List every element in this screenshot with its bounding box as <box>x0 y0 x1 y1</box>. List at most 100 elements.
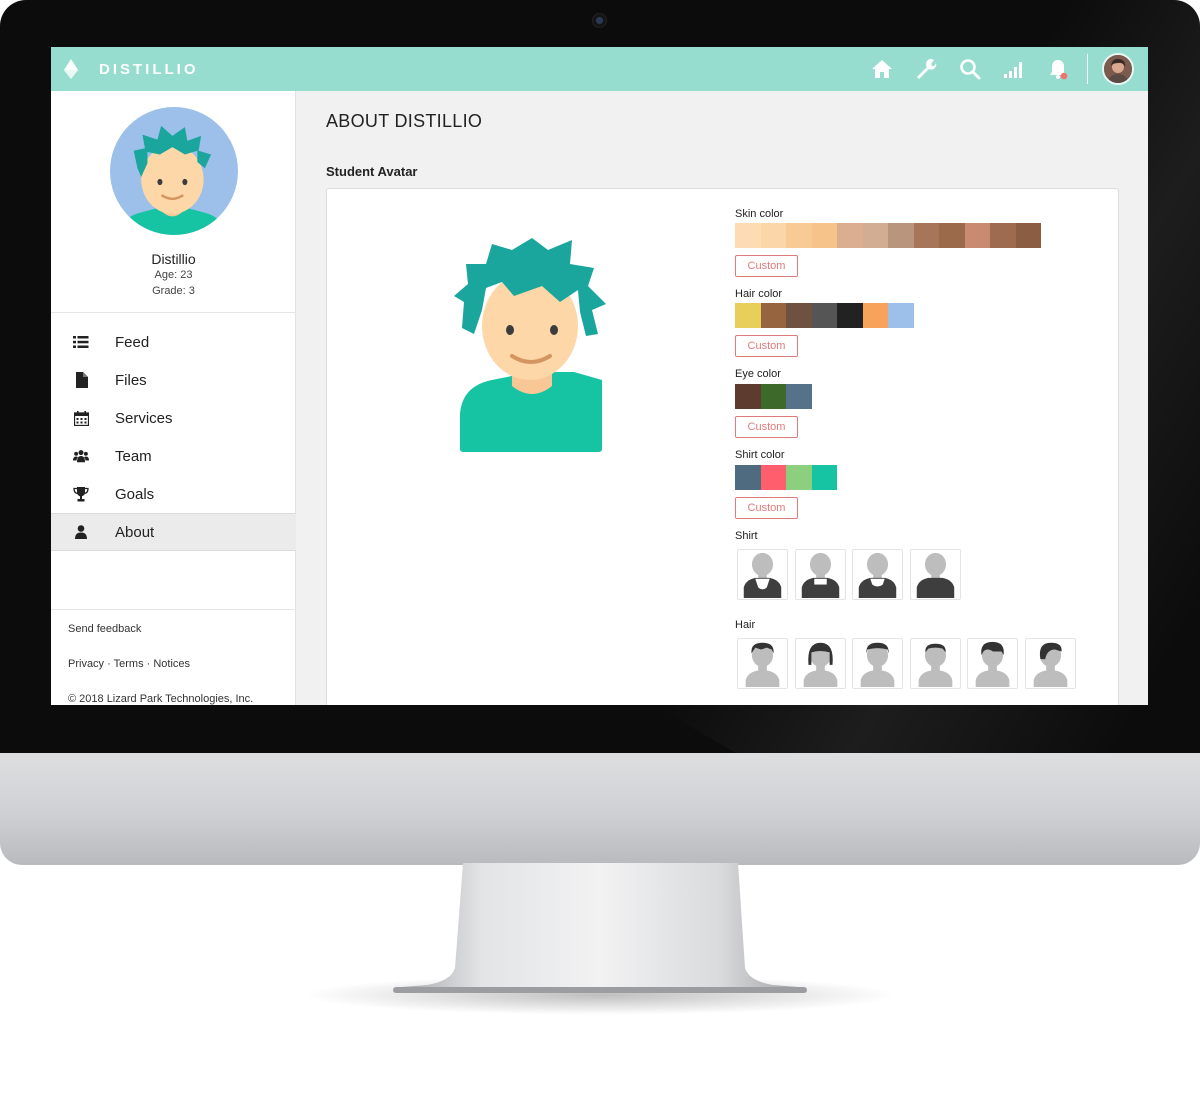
send-feedback-link[interactable]: Send feedback <box>68 623 141 635</box>
shirt-style-options <box>737 549 967 600</box>
skin-swatch-10[interactable] <box>964 223 990 248</box>
top-icons <box>849 47 1134 91</box>
eye-swatch-2[interactable] <box>760 384 786 409</box>
user-icon <box>73 524 89 540</box>
trophy-icon <box>73 486 89 502</box>
home-icon[interactable] <box>871 58 893 80</box>
eye-custom-button[interactable]: Custom <box>735 416 798 438</box>
copyright: © 2018 Lizard Park Technologies, Inc. <box>68 693 254 705</box>
shirt-swatch-2[interactable] <box>760 465 786 490</box>
shirt-style-option-4[interactable] <box>909 549 961 600</box>
app-screen: DISTILLIO Distillio Age: 23 Grade: 3 Fee… <box>51 47 1148 705</box>
hair-swatch-6[interactable] <box>862 303 888 328</box>
shirt-swatch-1[interactable] <box>735 465 761 490</box>
brand-name: DISTILLIO <box>99 60 199 78</box>
sidebar-item-label: Feed <box>115 333 150 351</box>
avatar-editor-card: Skin color Custom Hair color Custom Eye … <box>326 188 1119 705</box>
eye-color-label: Eye color <box>735 368 781 380</box>
skin-swatch-11[interactable] <box>990 223 1016 248</box>
skin-swatch-12[interactable] <box>1015 223 1041 248</box>
sidebar-item-team[interactable]: Team <box>51 437 296 475</box>
skin-swatch-3[interactable] <box>786 223 812 248</box>
search-icon[interactable] <box>959 58 981 80</box>
bell-icon[interactable] <box>1047 58 1069 80</box>
sidebar-item-files[interactable]: Files <box>51 361 296 399</box>
profile-age: Age: 23 <box>154 269 193 281</box>
topbar-divider <box>1087 54 1088 84</box>
hair-style-option-2[interactable] <box>794 638 846 689</box>
calendar-icon <box>73 410 89 426</box>
sidebar-item-feed[interactable]: Feed <box>51 323 296 361</box>
shirt-style-option-2[interactable] <box>794 549 846 600</box>
eye-swatch-3[interactable] <box>786 384 812 409</box>
skin-swatch-8[interactable] <box>913 223 939 248</box>
skin-swatch-7[interactable] <box>888 223 914 248</box>
eye-swatch-1[interactable] <box>735 384 761 409</box>
skin-color-label: Skin color <box>735 208 784 220</box>
profile-card: Distillio Age: 23 Grade: 3 <box>51 91 296 313</box>
monitor-chin <box>0 753 1200 865</box>
sidebar-nav: Feed Files Services Team Goals About <box>51 323 296 551</box>
sidebar: Distillio Age: 23 Grade: 3 Feed Files Se… <box>51 91 296 705</box>
sidebar-item-label: Services <box>115 409 173 427</box>
profile-grade: Grade: 3 <box>152 285 195 297</box>
skin-custom-button[interactable]: Custom <box>735 255 798 277</box>
shirt-style-label: Shirt <box>735 530 758 542</box>
hair-style-options <box>737 638 1082 689</box>
page-title: ABOUT DISTILLIO <box>326 111 483 131</box>
brand[interactable]: DISTILLIO <box>63 57 199 81</box>
sidebar-item-about[interactable]: About <box>51 513 296 551</box>
sidebar-footer: Send feedback Privacy · Terms · Notices … <box>51 609 296 705</box>
signal-icon[interactable] <box>1003 58 1025 80</box>
team-icon <box>73 448 89 464</box>
list-icon <box>73 334 89 350</box>
shirt-color-swatches <box>735 465 837 490</box>
eye-color-swatches <box>735 384 812 409</box>
camera-dot <box>592 13 607 28</box>
top-bar: DISTILLIO <box>51 47 1148 91</box>
file-icon <box>73 372 89 388</box>
hair-style-label: Hair <box>735 619 756 631</box>
profile-name: Distillio <box>151 251 196 267</box>
sidebar-item-label: About <box>115 523 155 541</box>
drop-logo-icon <box>64 59 78 79</box>
hair-custom-button[interactable]: Custom <box>735 335 798 357</box>
user-avatar[interactable] <box>1102 53 1134 85</box>
shirt-color-label: Shirt color <box>735 449 785 461</box>
hair-color-label: Hair color <box>735 288 783 300</box>
hair-style-option-6[interactable] <box>1024 638 1076 689</box>
skin-swatch-9[interactable] <box>939 223 965 248</box>
hair-swatch-1[interactable] <box>735 303 761 328</box>
shirt-swatch-3[interactable] <box>786 465 812 490</box>
shirt-style-option-1[interactable] <box>737 549 788 600</box>
monitor-stand <box>393 863 807 993</box>
main-content: ABOUT DISTILLIO Student Avatar Skin colo… <box>297 91 1148 705</box>
hair-swatch-7[interactable] <box>888 303 914 328</box>
hair-swatch-3[interactable] <box>786 303 812 328</box>
sidebar-item-goals[interactable]: Goals <box>51 475 296 513</box>
shirt-style-option-3[interactable] <box>852 549 903 600</box>
skin-swatch-6[interactable] <box>862 223 888 248</box>
skin-swatch-1[interactable] <box>735 223 761 248</box>
skin-color-swatches <box>735 223 1041 248</box>
hair-swatch-4[interactable] <box>811 303 837 328</box>
shirt-swatch-4[interactable] <box>811 465 837 490</box>
section-title: Student Avatar <box>326 164 418 179</box>
hair-swatch-2[interactable] <box>760 303 786 328</box>
hair-style-option-5[interactable] <box>967 638 1018 689</box>
sidebar-item-services[interactable]: Services <box>51 399 296 437</box>
sidebar-item-label: Team <box>115 447 152 465</box>
shirt-custom-button[interactable]: Custom <box>735 497 798 519</box>
hair-style-option-3[interactable] <box>852 638 903 689</box>
avatar-preview <box>454 238 606 452</box>
legal-links[interactable]: Privacy · Terms · Notices <box>68 658 190 670</box>
profile-avatar[interactable] <box>110 107 238 235</box>
skin-swatch-2[interactable] <box>760 223 786 248</box>
hair-style-option-1[interactable] <box>737 638 788 689</box>
skin-swatch-4[interactable] <box>811 223 837 248</box>
hair-style-option-4[interactable] <box>909 638 961 689</box>
wrench-icon[interactable] <box>915 58 937 80</box>
hair-swatch-5[interactable] <box>837 303 863 328</box>
sidebar-item-label: Goals <box>115 485 155 503</box>
skin-swatch-5[interactable] <box>837 223 863 248</box>
